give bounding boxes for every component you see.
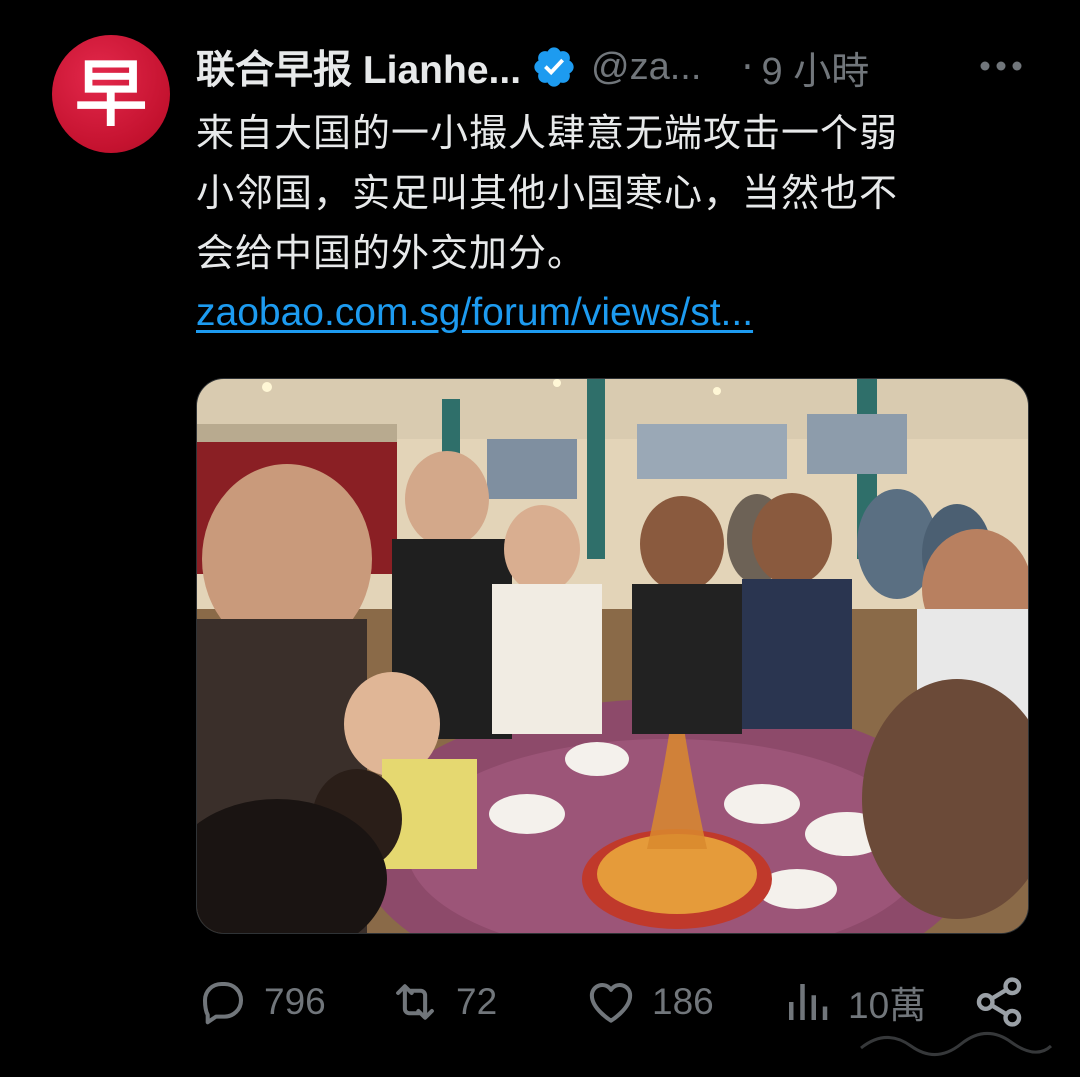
reply-button[interactable]: 796 [196,970,326,1034]
watermark-scribble [860,1032,1053,1056]
separator-dot: · [741,45,754,89]
tweet-photo[interactable] [196,378,1029,934]
reply-icon [202,981,244,1025]
tweet-text: 来自大国的一小撮人肆意无端攻击一个弱 小邻国，实足叫其他小国寒心，当然也不 会给… [196,103,1026,283]
retweet-icon [396,984,434,1020]
verified-badge-icon[interactable] [531,44,577,90]
photo-illustration [197,379,1028,933]
tweet-text-line: 会给中国的外交加分。 [196,231,587,275]
avatar-logo-glyph: 早 [74,51,147,136]
heart-icon [589,982,633,1023]
article-link[interactable]: zaobao.com.sg/forum/views/st... [196,287,753,339]
tweet[interactable]: 早 联合早报 Lianhe... @za... · 9 小時 来自大国的一小撮人… [0,0,1080,1077]
like-button[interactable]: 186 [584,970,714,1034]
tweet-header: 联合早报 Lianhe... @za... · 9 小時 [196,38,1036,96]
views-bar-chart-icon [789,984,828,1020]
handle[interactable]: @za... [591,46,701,89]
reply-count: 796 [264,981,326,1022]
more-horizontal-icon[interactable] [976,46,1026,86]
retweet-count: 72 [456,981,498,1022]
timestamp[interactable]: 9 小時 [762,40,870,95]
tweet-text-line: 小邻国，实足叫其他小国寒心，当然也不 [196,171,899,215]
like-count: 186 [652,981,714,1022]
tweet-text-line: 来自大国的一小撮人肆意无端攻击一个弱 [196,111,899,155]
avatar[interactable]: 早 [52,35,170,153]
retweet-button[interactable]: 72 [388,970,497,1034]
display-name[interactable]: 联合早报 Lianhe... [196,39,521,95]
